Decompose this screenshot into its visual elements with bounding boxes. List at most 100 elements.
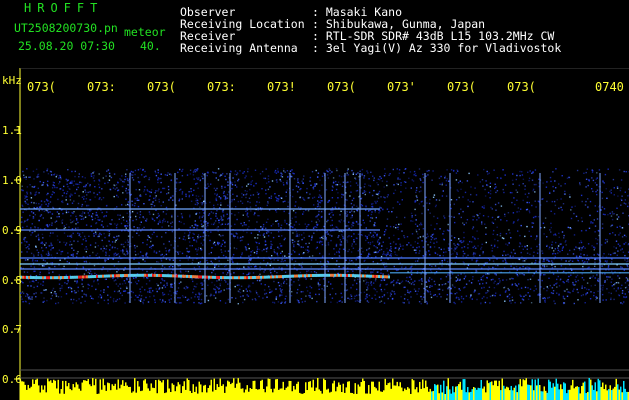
noise-dot: [211, 247, 213, 249]
noise-dot: [373, 224, 375, 227]
noise-dot: [464, 276, 466, 278]
noise-dot: [256, 279, 259, 282]
noise-dot: [401, 230, 403, 232]
noise-dot: [117, 291, 119, 293]
noise-dot: [321, 266, 323, 268]
meteor-trail: [276, 275, 278, 279]
noise-dot: [404, 216, 406, 219]
noise-dot: [327, 281, 330, 283]
noise-dot: [100, 224, 103, 226]
meteor-trail: [88, 275, 90, 279]
noise-dot: [75, 183, 77, 185]
noise-dot: [279, 179, 281, 181]
noise-dot: [474, 187, 476, 189]
noise-dot: [396, 269, 398, 272]
noise-dot: [358, 176, 360, 178]
noise-dot: [24, 240, 26, 243]
noise-dot: [494, 187, 496, 190]
noise-dot: [89, 270, 92, 272]
noise-dot: [543, 226, 546, 229]
noise-dot: [410, 283, 413, 285]
noise-dot: [147, 235, 149, 237]
meteor-trail: [496, 272, 498, 274]
noise-dot: [48, 224, 50, 227]
noise-dot: [30, 201, 33, 204]
noise-dot: [132, 291, 134, 294]
noise-dot: [134, 281, 137, 283]
noise-dot: [560, 259, 563, 261]
noise-dot: [54, 221, 56, 223]
noise-dot: [216, 210, 218, 212]
noise-dot: [273, 259, 275, 261]
noise-dot: [330, 283, 332, 285]
noise-dot: [135, 218, 138, 221]
noise-dot: [105, 259, 107, 261]
noise-dot: [420, 295, 422, 298]
noise-dot: [52, 247, 54, 249]
noise-dot: [335, 245, 338, 247]
noise-dot: [256, 250, 258, 253]
noise-dot: [393, 184, 395, 186]
noise-dot: [64, 282, 66, 284]
noise-dot: [319, 237, 321, 239]
noise-dot: [37, 251, 40, 254]
noise-dot: [87, 287, 89, 290]
noise-dot: [187, 286, 189, 289]
noise-dot: [154, 272, 156, 274]
noise-dot: [176, 290, 178, 293]
noise-dot: [269, 291, 271, 294]
meteor-trail: [572, 272, 574, 274]
noise-dot: [367, 255, 369, 257]
noise-dot: [59, 175, 61, 177]
noise-dot: [179, 270, 182, 272]
noise-dot: [567, 226, 569, 229]
noise-dot: [86, 204, 88, 206]
meteor-trail: [426, 272, 428, 274]
noise-dot: [561, 209, 563, 211]
meteor-trail: [396, 272, 398, 274]
noise-dot: [150, 266, 152, 269]
noise-dot: [421, 298, 423, 300]
noise-dot: [65, 293, 68, 295]
noise-dot: [542, 260, 544, 263]
noise-dot: [148, 287, 150, 290]
noise-dot: [386, 253, 388, 255]
noise-dot: [481, 206, 484, 208]
noise-dot: [624, 254, 626, 257]
noise-dot: [397, 228, 399, 231]
noise-dot: [257, 193, 259, 196]
noise-dot: [158, 221, 160, 223]
noise-dot: [580, 294, 583, 297]
noise-dot: [455, 179, 458, 181]
noise-dot: [522, 248, 524, 250]
noise-dot: [558, 294, 560, 296]
noise-dot: [121, 294, 123, 297]
noise-dot: [513, 221, 515, 223]
noise-dot: [524, 286, 527, 289]
noise-dot: [363, 175, 366, 177]
noise-dot: [609, 190, 611, 193]
noise-dot: [35, 168, 38, 170]
noise-dot: [349, 259, 351, 261]
noise-dot: [193, 239, 195, 241]
noise-dot: [625, 235, 627, 238]
noise-dot: [350, 226, 353, 228]
noise-dot: [413, 174, 415, 176]
noise-dot: [26, 271, 29, 273]
noise-dot: [346, 199, 348, 201]
noise-dot: [429, 246, 432, 249]
noise-dot: [215, 292, 217, 294]
noise-dot: [516, 199, 518, 201]
meteor-trail: [338, 273, 340, 277]
noise-dot: [332, 177, 335, 179]
noise-dot: [215, 290, 217, 293]
noise-dot: [322, 255, 324, 257]
noise-dot: [526, 245, 528, 247]
noise-dot: [201, 302, 203, 304]
noise-dot: [598, 206, 600, 208]
noise-dot: [138, 199, 140, 201]
noise-dot: [329, 172, 331, 175]
noise-dot: [43, 289, 45, 291]
noise-dot: [529, 211, 531, 214]
noise-dot: [177, 171, 179, 174]
